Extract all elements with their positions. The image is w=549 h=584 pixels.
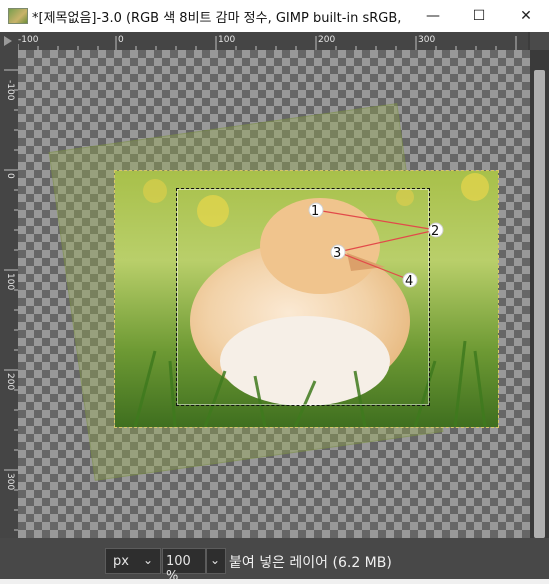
v-ruler-label: 100 xyxy=(5,273,15,290)
connector-line-1-2 xyxy=(315,209,437,231)
connector-line-3-2 xyxy=(337,229,437,253)
h-ruler-label: 0 xyxy=(118,35,124,45)
horizontal-ruler[interactable]: -100 0 100 200 300 xyxy=(18,32,528,51)
unit-value: px xyxy=(113,554,129,569)
vertical-ruler[interactable]: -100 0 100 200 300 xyxy=(0,50,19,556)
status-bar: px ⌄ 100 % ⌄ 붙여 넣은 레이어 (6.2 MB) xyxy=(0,538,549,584)
v-ruler-label: 300 xyxy=(5,473,15,490)
image-window: -100 0 100 200 300 -100 0 100 200 300 1 … xyxy=(0,32,549,579)
zoom-dropdown-button[interactable]: ⌄ xyxy=(206,548,226,574)
marker-label-3: 3 xyxy=(333,246,341,261)
quick-mask-toggle[interactable] xyxy=(0,32,19,51)
zoom-input[interactable]: 100 % xyxy=(162,548,206,584)
vertical-scrollbar[interactable] xyxy=(530,50,549,556)
layer-info-text: 붙여 넣은 레이어 (6.2 MB) xyxy=(229,555,392,571)
chevron-down-icon: ⌄ xyxy=(143,553,154,567)
marker-label-1: 1 xyxy=(311,204,319,219)
h-ruler-label: 200 xyxy=(318,35,335,45)
vertical-scroll-thumb[interactable] xyxy=(534,70,545,538)
unit-select[interactable]: px ⌄ xyxy=(105,548,161,574)
close-button[interactable]: ✕ xyxy=(503,0,549,32)
chevron-down-icon: ⌄ xyxy=(210,553,221,567)
title-bar: *[제목없음]-3.0 (RGB 색 8비트 감마 정수, GIMP built… xyxy=(0,0,549,33)
marker-label-4: 4 xyxy=(405,274,413,289)
marker-label-2: 2 xyxy=(431,224,439,239)
maximize-button[interactable]: ☐ xyxy=(456,0,502,32)
zoom-value: 100 % xyxy=(166,554,191,584)
h-ruler-label: 100 xyxy=(218,35,235,45)
v-ruler-label: 200 xyxy=(5,373,15,390)
marker-overlay: 1 2 3 4 xyxy=(308,202,444,289)
navigate-button[interactable] xyxy=(530,32,549,50)
window-title: *[제목없음]-3.0 (RGB 색 8비트 감마 정수, GIMP built… xyxy=(32,11,402,26)
image-canvas[interactable]: 1 2 3 4 xyxy=(18,50,530,556)
v-ruler-label: 0 xyxy=(5,173,15,179)
minimize-button[interactable]: — xyxy=(410,0,456,32)
triangle-icon xyxy=(4,36,12,46)
v-ruler-label: -100 xyxy=(5,80,15,101)
h-ruler-label: -100 xyxy=(18,35,39,45)
connector-line-3-4 xyxy=(337,251,411,281)
h-ruler-label: 300 xyxy=(418,35,435,45)
app-icon xyxy=(8,8,28,24)
